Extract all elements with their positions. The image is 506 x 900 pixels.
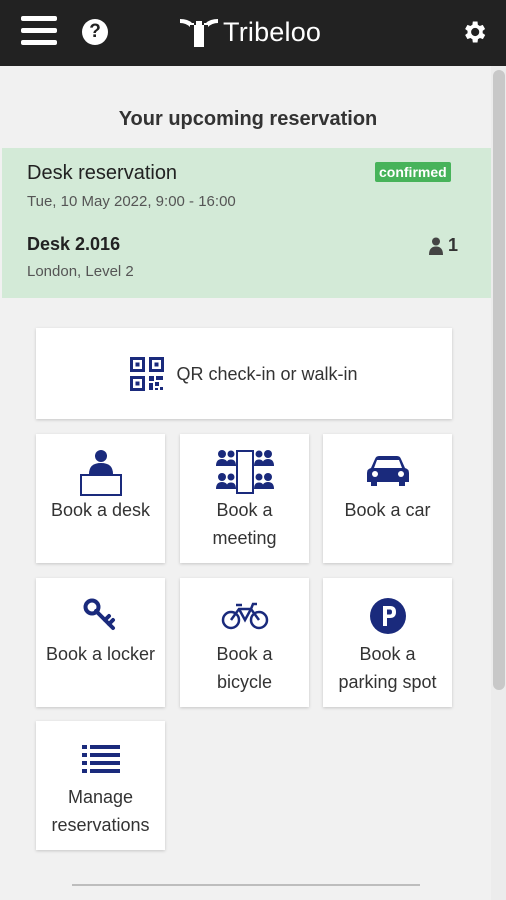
book-locker-label: Book a locker — [45, 644, 156, 664]
attendee-count: 1 — [429, 235, 458, 256]
help-icon[interactable]: ? — [82, 19, 108, 45]
qr-code-icon — [130, 356, 165, 391]
section-title: Your upcoming reservation — [118, 108, 378, 130]
reservation-location: London, Level 2 — [27, 263, 134, 280]
car-icon — [366, 456, 409, 486]
book-locker-button[interactable]: Book a locker — [36, 578, 165, 707]
book-bicycle-button[interactable]: Book a bicycle — [180, 578, 309, 707]
app-name: Tribeloo — [223, 16, 322, 47]
gear-icon[interactable] — [460, 18, 488, 46]
qr-checkin-button[interactable]: QR check-in or walk-in — [36, 328, 452, 419]
reservation-type: Desk reservation — [27, 162, 178, 184]
book-bicycle-label: Book a bicycle — [216, 644, 273, 692]
parking-icon — [369, 598, 406, 634]
book-parking-button[interactable]: Book a parking spot — [323, 578, 452, 707]
manage-reservations-label: Manage reservations — [51, 787, 150, 835]
reservation-card[interactable]: Desk reservation confirmed Tue, 10 May 2… — [2, 148, 491, 298]
desk-icon — [79, 450, 122, 496]
tribeloo-logo-icon — [180, 19, 218, 47]
book-meeting-button[interactable]: Book a meeting — [180, 434, 309, 563]
manage-reservations-button[interactable]: Manage reservations — [36, 721, 165, 850]
attendee-count-value: 1 — [448, 235, 459, 255]
app-logo: Tribeloo — [178, 14, 321, 50]
meeting-room-icon — [215, 450, 274, 494]
person-icon — [429, 237, 443, 255]
divider — [72, 884, 420, 886]
book-meeting-label: Book a meeting — [212, 500, 277, 548]
book-parking-label: Book a parking spot — [338, 644, 437, 692]
book-car-button[interactable]: Book a car — [323, 434, 452, 563]
status-badge: confirmed — [375, 162, 451, 182]
bicycle-icon — [221, 602, 268, 630]
book-desk-button[interactable]: Book a desk — [36, 434, 165, 563]
app-header: ? Tribeloo — [0, 0, 506, 66]
menu-icon[interactable] — [21, 16, 57, 46]
scrollbar-thumb[interactable] — [493, 70, 505, 690]
reservation-datetime: Tue, 10 May 2022, 9:00 - 16:00 — [27, 193, 236, 210]
reservation-resource: Desk 2.016 — [27, 234, 121, 254]
book-car-label: Book a car — [344, 500, 431, 520]
key-icon — [83, 598, 115, 630]
book-desk-label: Book a desk — [50, 500, 151, 520]
qr-checkin-label: QR check-in or walk-in — [176, 363, 358, 384]
list-icon — [81, 745, 120, 773]
